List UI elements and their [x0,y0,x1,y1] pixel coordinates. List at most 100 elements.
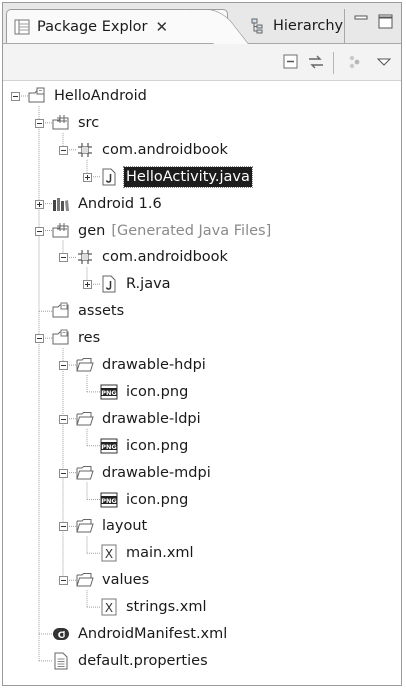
tree-item-label: drawable-mdpi [102,464,211,481]
svg-text:PNG: PNG [101,497,117,505]
tab-hierarchy[interactable]: Hierarchy [241,9,345,43]
tree-item[interactable]: Xstrings.xml [100,596,209,618]
expand-icon[interactable] [83,172,92,182]
package-icon [76,248,94,266]
tree-item-label: assets [78,303,125,320]
xml-file-icon: X [100,544,118,562]
project-tree: HelloAndroid src com.androidbook HelloActiv… [3,81,401,685]
tree-item-label: icon.png [126,383,189,400]
tree-item[interactable]: PNG icon.png [100,435,190,457]
view-filter-icon[interactable] [346,53,364,71]
tree-item[interactable]: src [52,112,101,134]
svg-text:PNG: PNG [101,389,117,397]
tree-item-decoration: [Generated Java Files] [111,222,272,239]
package-explorer-view: Package Explor ✕ Hierarchy HelloAndroid … [2,2,402,686]
tree-item[interactable]: gen [Generated Java Files] [52,220,271,242]
collapse-icon[interactable] [59,576,68,586]
expand-icon[interactable] [83,280,92,290]
tab-label: Package Explor [37,18,148,35]
tree-item-label: com.androidbook [102,249,228,266]
tree-item-label: values [102,572,150,589]
png-file-icon: PNG [100,383,118,401]
android-project-icon [28,87,46,105]
tree-item-label: drawable-hdpi [102,357,206,373]
view-menu-icon[interactable] [375,53,393,71]
collapse-icon[interactable] [59,253,68,263]
java-file-icon [100,168,118,186]
tree-item[interactable]: drawable-ldpi [76,408,203,430]
tree-item-label: gen [78,222,106,239]
tree-item-label: icon.png [126,437,189,454]
toolbar-separator [333,52,334,74]
collapse-icon[interactable] [35,334,44,344]
svg-text:X: X [105,547,113,561]
tree-item[interactable]: R.java [100,273,173,295]
open-folder-icon [76,356,94,374]
tree-item[interactable]: values [76,569,151,591]
maximize-icon[interactable] [377,13,395,31]
tree-item[interactable]: res [52,327,102,349]
png-file-icon: PNG [100,491,118,509]
collapse-icon[interactable] [59,361,68,370]
svg-text:PNG: PNG [101,443,117,451]
tree-item-label: res [78,330,101,347]
tree-item[interactable]: HelloActivity.java [100,165,253,188]
xml-file-icon: X [100,598,118,616]
properties-file-icon [52,652,70,670]
collapse-icon[interactable] [35,226,44,236]
collapse-icon[interactable] [59,145,68,155]
folder-icon [52,329,70,347]
tree-item-label: strings.xml [126,599,207,616]
tree-item[interactable]: PNG icon.png [100,381,190,403]
collapse-all-icon[interactable] [282,53,300,71]
library-icon [52,195,70,213]
source-folder-icon [52,222,70,240]
tree-item-label: icon.png [126,491,189,508]
tree-item-label: HelloActivity.java [123,165,253,188]
tree-item[interactable]: C AndroidManifest.xml [52,623,229,645]
hierarchy-icon [249,17,267,35]
open-folder-icon [76,464,94,482]
tree-item-label: com.androidbook [102,141,228,158]
tree-item-label: Android 1.6 [78,195,162,212]
tree-item[interactable]: assets [52,300,126,322]
collapse-icon[interactable] [35,118,44,128]
tree-item-label: layout [102,518,148,535]
folder-icon [52,302,70,320]
link-with-editor-icon[interactable] [307,53,325,71]
collapse-icon[interactable] [59,522,68,532]
png-file-icon: PNG [100,437,118,455]
view-tab-strip: Package Explor ✕ Hierarchy [3,3,401,44]
tree-item[interactable]: Xmain.xml [100,542,196,564]
collapse-icon[interactable] [59,414,68,424]
open-folder-icon [76,517,94,535]
tree-item[interactable]: drawable-hdpi [76,354,208,376]
tree-item[interactable]: layout [76,515,149,537]
open-folder-icon [76,571,94,589]
tree-item-label: drawable-ldpi [102,410,201,427]
tree-item[interactable]: com.androidbook [76,246,230,268]
tree-item-label: main.xml [126,545,194,562]
svg-text:X: X [105,601,113,615]
tree-item[interactable]: PNG icon.png [100,489,190,511]
package-explorer-icon [13,18,31,36]
tree-item[interactable]: Android 1.6 [52,193,164,215]
tree-item-label: HelloAndroid [54,88,147,104]
expand-icon[interactable] [35,199,44,209]
tab-package-explorer[interactable]: Package Explor ✕ [6,9,228,43]
tree-item-label: default.properties [78,652,208,669]
tree-item-label: AndroidManifest.xml [78,626,228,642]
tree-item[interactable]: HelloAndroid [28,85,149,107]
close-icon[interactable]: ✕ [156,18,169,36]
tree-item-label: R.java [126,276,171,293]
view-toolbar [3,44,401,81]
collapse-icon[interactable] [59,468,68,478]
minimize-icon[interactable] [353,13,371,31]
tree-item[interactable]: drawable-mdpi [76,462,213,484]
tree-item[interactable]: default.properties [52,650,210,672]
java-file-icon [100,275,118,293]
tree-item-label: src [78,114,100,131]
tree-item[interactable]: com.androidbook [76,139,230,161]
collapse-icon[interactable] [11,92,20,101]
manifest-file-icon: C [52,625,70,643]
